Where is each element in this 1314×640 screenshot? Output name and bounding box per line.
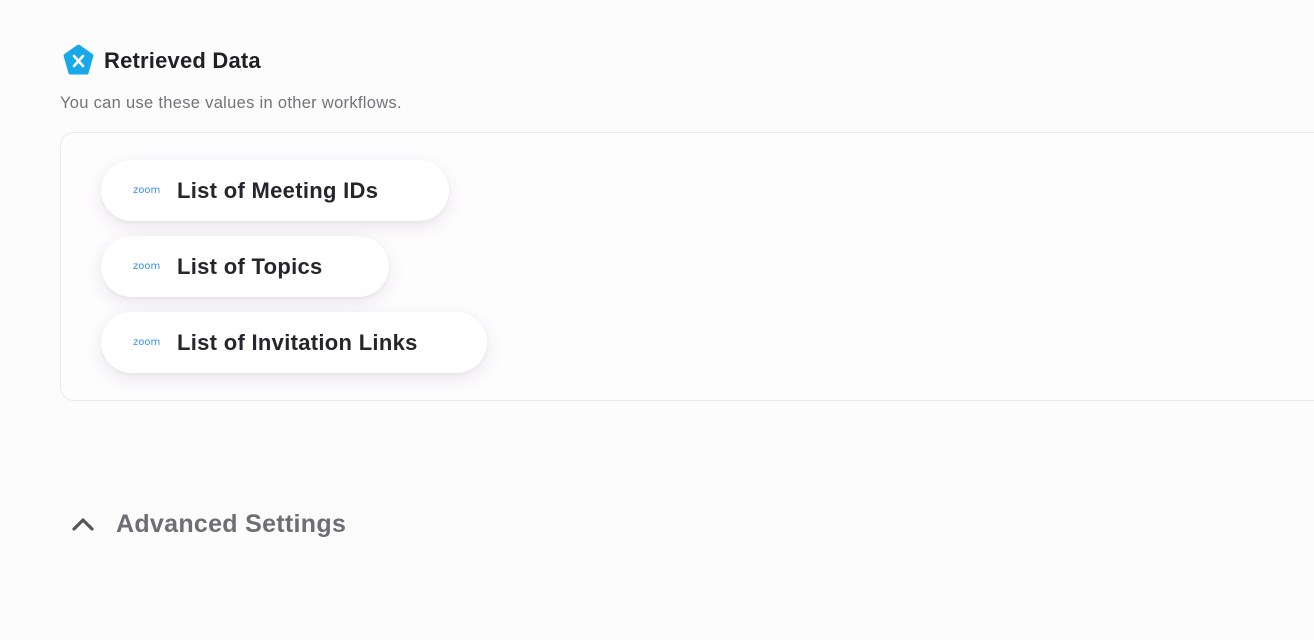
section-title: Retrieved Data xyxy=(104,47,261,73)
section-subtitle: You can use these values in other workfl… xyxy=(60,94,402,112)
retrieved-item-label: List of Topics xyxy=(177,253,323,279)
zoom-icon: zoom xyxy=(133,336,161,348)
advanced-settings-toggle[interactable]: Advanced Settings xyxy=(70,510,346,539)
retrieved-item-label: List of Meeting IDs xyxy=(177,177,379,203)
zoom-icon: zoom xyxy=(133,260,161,272)
brand-x-icon xyxy=(62,44,95,77)
retrieved-item-invitation-links[interactable]: zoom List of Invitation Links xyxy=(101,312,487,373)
page: Retrieved Data You can use these values … xyxy=(0,0,1314,640)
retrieved-item-label: List of Invitation Links xyxy=(177,329,418,355)
retrieved-data-header: Retrieved Data xyxy=(62,44,261,77)
chevron-up-icon xyxy=(70,512,96,538)
retrieved-item-topics[interactable]: zoom List of Topics xyxy=(101,236,389,297)
zoom-icon: zoom xyxy=(133,184,161,196)
retrieved-data-card: zoom List of Meeting IDs zoom List of To… xyxy=(60,132,1314,401)
advanced-settings-label: Advanced Settings xyxy=(116,510,347,538)
retrieved-item-meeting-ids[interactable]: zoom List of Meeting IDs xyxy=(101,160,449,221)
